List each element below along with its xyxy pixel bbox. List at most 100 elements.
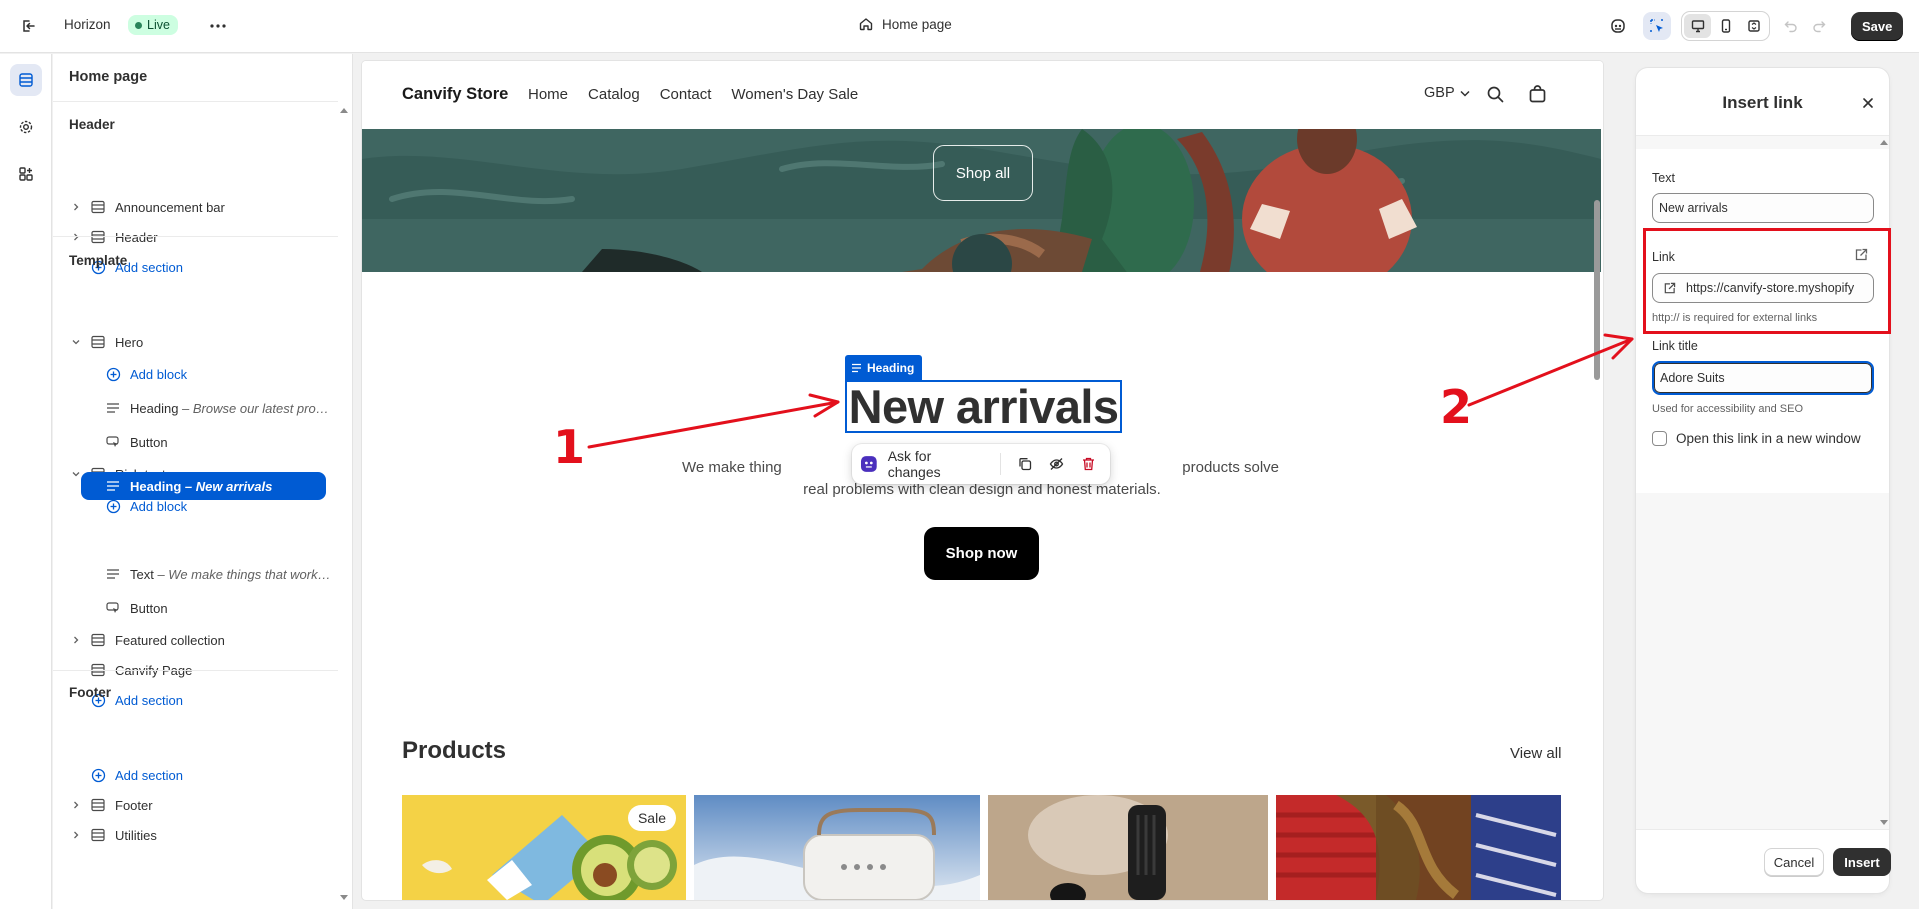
product-card-2[interactable]: [694, 795, 980, 900]
sidebar-item-rich-button[interactable]: Button: [104, 594, 168, 622]
button-icon: [104, 435, 122, 449]
product-image-humidifier: [694, 795, 980, 900]
preview-scrollbar[interactable]: [1591, 129, 1603, 900]
exit-icon[interactable]: [14, 12, 42, 40]
text-lines-icon: [104, 568, 122, 580]
more-icon[interactable]: [204, 12, 232, 40]
desktop-icon[interactable]: [1684, 14, 1711, 38]
add-block-label: Add block: [130, 498, 188, 514]
nav-link-catalog[interactable]: Catalog: [588, 86, 640, 103]
settings-gear-icon[interactable]: [10, 111, 42, 143]
sidebar-scrollbar[interactable]: [340, 104, 348, 904]
sidebar-item-label: Text: [130, 566, 154, 582]
text-field-label: Text: [1652, 171, 1675, 185]
scrollbar-thumb[interactable]: [1594, 200, 1600, 380]
section-icon: [89, 798, 107, 812]
add-section-label: Add section: [115, 767, 183, 783]
section-icon: [89, 633, 107, 647]
annotation-step-2: 2: [1440, 380, 1473, 434]
product-card-4[interactable]: [1276, 795, 1561, 900]
sidebar-item-hero-heading[interactable]: Heading – Browse our latest pro…: [104, 394, 339, 422]
new-window-label: Open this link in a new window: [1676, 431, 1861, 446]
sidebar-item-rich-heading-selected[interactable]: Heading – New arrivals: [81, 472, 326, 500]
storefront-preview: Canvify Store Home Catalog Contact Women…: [362, 61, 1603, 900]
save-button[interactable]: Save: [1851, 12, 1904, 41]
plus-circle-icon: [89, 768, 107, 783]
divider: [53, 101, 338, 102]
ai-assistant-icon[interactable]: [1604, 12, 1632, 40]
hero-shop-all-button[interactable]: Shop all: [933, 145, 1033, 201]
apps-icon[interactable]: [10, 158, 42, 190]
group-footer-title: Footer: [69, 685, 111, 700]
delete-trash-icon[interactable]: [1074, 450, 1102, 478]
mobile-icon[interactable]: [1712, 14, 1739, 38]
hide-eye-icon[interactable]: [1043, 450, 1071, 478]
sidebar-item-label: Hero: [115, 334, 144, 350]
store-brand[interactable]: Canvify Store: [402, 85, 508, 104]
divider: [53, 670, 338, 671]
chevron-right-icon[interactable]: [69, 233, 83, 241]
cart-icon[interactable]: [1529, 85, 1546, 106]
plus-circle-icon: [104, 499, 122, 514]
chevron-right-icon[interactable]: [69, 203, 83, 211]
undo-icon[interactable]: [1777, 12, 1805, 40]
product-card-1[interactable]: Sale: [402, 795, 686, 900]
sidebar-item-announcement-bar[interactable]: Announcement bar: [69, 193, 225, 221]
sidebar-item-featured-collection[interactable]: Featured collection: [69, 626, 225, 654]
add-section-label: Add section: [115, 692, 183, 708]
chevron-down-icon[interactable]: [69, 338, 83, 346]
rich-text-heading[interactable]: New arrivals: [849, 383, 1119, 430]
page-selector[interactable]: Home page: [858, 16, 952, 32]
sections-icon[interactable]: [10, 64, 42, 96]
ai-sidekick-icon: [860, 456, 877, 472]
sidebar-item-hero-button[interactable]: Button: [104, 428, 168, 456]
new-window-checkbox[interactable]: [1652, 431, 1667, 446]
text-lines-icon: [104, 402, 122, 414]
currency-label: GBP: [1424, 85, 1455, 101]
sidebar-item-header[interactable]: Header: [69, 223, 158, 251]
store-nav: Home Catalog Contact Women's Day Sale: [528, 86, 858, 103]
chevron-right-icon[interactable]: [69, 801, 83, 809]
section-icon: [89, 335, 107, 349]
home-icon: [859, 18, 873, 31]
sidebar-item-footer[interactable]: Footer: [69, 791, 153, 819]
link-title-input[interactable]: Adore Suits: [1652, 361, 1874, 395]
block-floating-toolbar: Ask for changes: [852, 444, 1110, 484]
chevron-right-icon[interactable]: [69, 636, 83, 644]
redo-icon[interactable]: [1805, 12, 1833, 40]
selected-heading-block[interactable]: New arrivals: [845, 380, 1122, 433]
link-text-input[interactable]: New arrivals: [1652, 193, 1874, 223]
inspector-select-icon[interactable]: [1643, 12, 1671, 40]
shop-now-button[interactable]: Shop now: [924, 527, 1039, 580]
chevron-right-icon[interactable]: [69, 831, 83, 839]
nav-link-home[interactable]: Home: [528, 86, 568, 103]
paragraph-line1-end: products solve: [1182, 459, 1279, 476]
search-icon[interactable]: [1487, 86, 1504, 106]
sidebar-item-label: Button: [130, 434, 168, 450]
product-card-3[interactable]: [988, 795, 1268, 900]
add-block-button[interactable]: Add block: [104, 360, 187, 388]
sidebar-item-hero[interactable]: Hero: [69, 328, 143, 356]
sidebar-item-label: Heading: [130, 400, 179, 416]
chevron-down-icon: [1460, 90, 1470, 97]
add-block-label: Add block: [130, 366, 188, 382]
sidebar-item-utilities[interactable]: Utilities: [69, 821, 157, 849]
cancel-button[interactable]: Cancel: [1764, 848, 1824, 876]
left-rail: [0, 54, 52, 909]
sidebar-item-label: Utilities: [115, 827, 157, 843]
sidebar-item-rich-text-block[interactable]: Text – We make things that work…: [104, 560, 339, 588]
new-window-checkbox-row[interactable]: Open this link in a new window: [1652, 431, 1861, 446]
sidebar-title: Home page: [69, 69, 148, 85]
ask-for-changes-button[interactable]: Ask for changes: [860, 448, 986, 480]
duplicate-icon[interactable]: [1011, 450, 1039, 478]
add-section-button[interactable]: Add section: [89, 761, 183, 789]
fullscreen-icon[interactable]: [1740, 14, 1767, 38]
view-all-link[interactable]: View all: [1510, 745, 1561, 762]
currency-selector[interactable]: GBP: [1424, 85, 1470, 101]
product-image-fabrics: [1276, 795, 1561, 900]
nav-link-contact[interactable]: Contact: [660, 86, 712, 103]
nav-link-womens-day-sale[interactable]: Women's Day Sale: [731, 86, 858, 103]
close-icon[interactable]: [1857, 92, 1879, 114]
insert-button[interactable]: Insert: [1833, 848, 1891, 876]
sidebar-item-label: Announcement bar: [115, 199, 225, 215]
